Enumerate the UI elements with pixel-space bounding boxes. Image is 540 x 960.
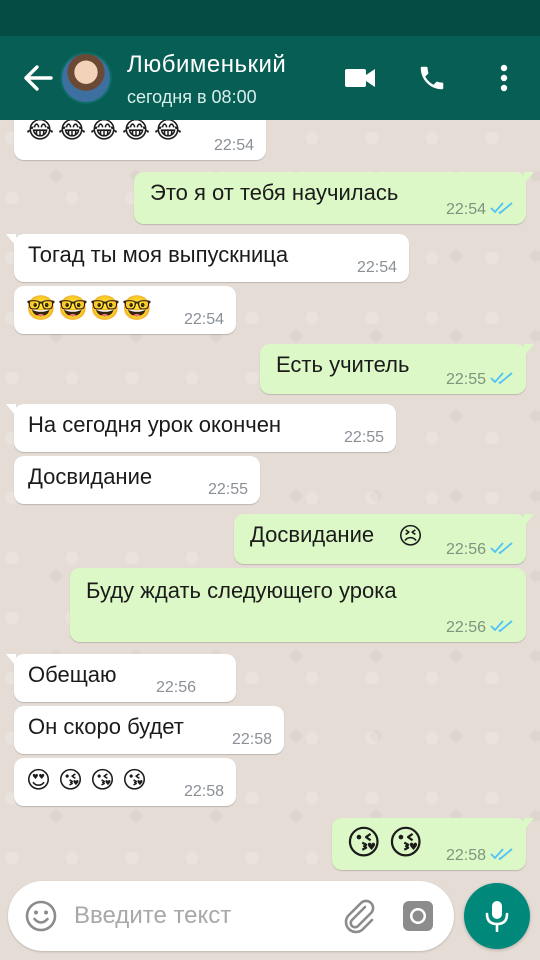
- kissing-heart-emoji: 😘: [388, 824, 424, 862]
- message-outgoing[interactable]: 😘 😘 22:58: [332, 818, 534, 870]
- bubble-tail: [6, 404, 16, 416]
- nerd-face-emoji: 🤓: [58, 295, 88, 322]
- message-incoming[interactable]: 🤓 🤓 🤓 🤓 22:54: [14, 286, 236, 334]
- back-button[interactable]: [20, 60, 56, 96]
- phone-icon: [420, 66, 444, 90]
- tears-of-joy-emoji: 😂: [90, 120, 119, 144]
- message-outgoing[interactable]: Это я от тебя научилась 22:54: [134, 172, 534, 224]
- message-text: Это я от тебя научилась: [150, 180, 399, 205]
- bubble-tail: [524, 818, 534, 830]
- kissing-heart-emoji: 😘: [122, 767, 148, 794]
- tears-of-joy-emoji: 😂: [26, 120, 55, 144]
- attach-button[interactable]: [340, 897, 378, 935]
- bubble-tail: [6, 234, 16, 246]
- emoji-button[interactable]: [24, 899, 58, 933]
- message-time: 22:58: [231, 731, 272, 748]
- contact-avatar[interactable]: [60, 52, 112, 104]
- message-text: Досвидание: [28, 464, 153, 489]
- microphone-icon: [485, 901, 509, 932]
- read-receipt-icon: [490, 372, 513, 385]
- bubble-tail: [524, 514, 534, 526]
- message-incoming[interactable]: Обещаю 22:56: [6, 654, 236, 702]
- last-seen-status: сегодня в 08:00: [127, 87, 257, 107]
- emoji-row: 😂 😂 😂 😂 😂: [26, 120, 184, 146]
- read-receipt-icon: [490, 848, 513, 861]
- tears-of-joy-emoji: 😂: [58, 120, 87, 144]
- message-time: 22:54: [213, 137, 254, 154]
- message-time: 22:54: [183, 311, 224, 328]
- read-receipt-icon: [490, 202, 513, 215]
- video-camera-icon: [345, 69, 375, 87]
- smiley-icon: [25, 900, 57, 932]
- more-vertical-icon: [500, 64, 508, 92]
- nerd-face-emoji: 🤓: [122, 295, 152, 322]
- message-time: 22:56: [445, 619, 486, 636]
- message-outgoing[interactable]: Есть учитель 22:55: [260, 344, 534, 394]
- bubble-tail: [524, 344, 534, 356]
- message-time: 22:55: [207, 481, 248, 498]
- message-incoming[interactable]: Он скоро будет 22:58: [14, 706, 284, 754]
- kissing-heart-emoji: 😘: [90, 767, 116, 794]
- emoji-row: 😘 😘: [346, 822, 426, 864]
- message-text: Есть учитель: [276, 352, 410, 377]
- message-text: Обещаю: [28, 662, 117, 687]
- emoji-row: 🤓 🤓 🤓 🤓: [26, 294, 152, 324]
- message-incoming[interactable]: Тогад ты моя выпускница 22:54: [6, 234, 409, 282]
- message-outgoing[interactable]: Досвидание 😣 22:56: [234, 514, 534, 564]
- message-text: Буду ждать следующего урока: [86, 578, 397, 603]
- video-call-button[interactable]: [340, 58, 380, 98]
- bubble-tail: [6, 654, 16, 666]
- kissing-heart-emoji: 😘: [58, 767, 84, 794]
- message-incoming[interactable]: Досвидание 22:55: [14, 456, 260, 504]
- bubble-tail: [524, 172, 534, 184]
- message-list[interactable]: 😂 😂 😂 😂 😂 22:54 Это я от тебя научилась …: [0, 120, 540, 878]
- message-outgoing[interactable]: Буду ждать следующего урока 22:56: [70, 568, 526, 642]
- message-text: Тогад ты моя выпускница: [28, 242, 289, 267]
- chat-header: Любименький сегодня в 08:00: [0, 36, 540, 120]
- contact-name[interactable]: Любименький: [127, 51, 286, 79]
- message-incoming[interactable]: На сегодня урок окончен 22:55: [6, 404, 396, 452]
- persevering-face-emoji: 😣: [398, 523, 424, 550]
- message-time: 22:56: [445, 541, 486, 558]
- read-receipt-icon: [490, 620, 513, 633]
- message-time: 22:55: [343, 429, 384, 446]
- status-bar: [0, 0, 540, 36]
- kissing-heart-emoji: 😘: [346, 824, 382, 862]
- read-receipt-icon: [490, 542, 513, 555]
- more-options-button[interactable]: [484, 58, 524, 98]
- emoji-row: 😍 😘 😘 😘: [26, 766, 152, 796]
- message-text: Он скоро будет: [28, 714, 184, 739]
- message-time: 22:54: [356, 259, 397, 276]
- message-input[interactable]: [74, 899, 324, 933]
- message-time: 22:58: [183, 783, 224, 800]
- voice-call-button[interactable]: [412, 58, 452, 98]
- message-composer: [8, 881, 454, 951]
- message-incoming[interactable]: 😂 😂 😂 😂 😂 22:54: [14, 120, 266, 160]
- voice-message-button[interactable]: [464, 883, 530, 949]
- message-incoming[interactable]: 😍 😘 😘 😘 22:58: [14, 758, 236, 806]
- message-time: 22:56: [155, 679, 196, 696]
- tears-of-joy-emoji: 😂: [154, 120, 183, 144]
- nerd-face-emoji: 🤓: [26, 295, 56, 322]
- back-arrow-icon: [24, 65, 53, 91]
- message-time: 22:58: [445, 847, 486, 864]
- camera-button[interactable]: [400, 898, 436, 934]
- heart-eyes-emoji: 😍: [26, 767, 52, 794]
- paperclip-icon: [344, 899, 375, 934]
- message-time: 22:54: [445, 201, 486, 218]
- nerd-face-emoji: 🤓: [90, 295, 120, 322]
- camera-icon: [403, 901, 433, 931]
- message-text: Досвидание: [250, 522, 375, 547]
- message-time: 22:55: [445, 371, 486, 388]
- message-text: На сегодня урок окончен: [28, 412, 282, 437]
- tears-of-joy-emoji: 😂: [122, 120, 151, 144]
